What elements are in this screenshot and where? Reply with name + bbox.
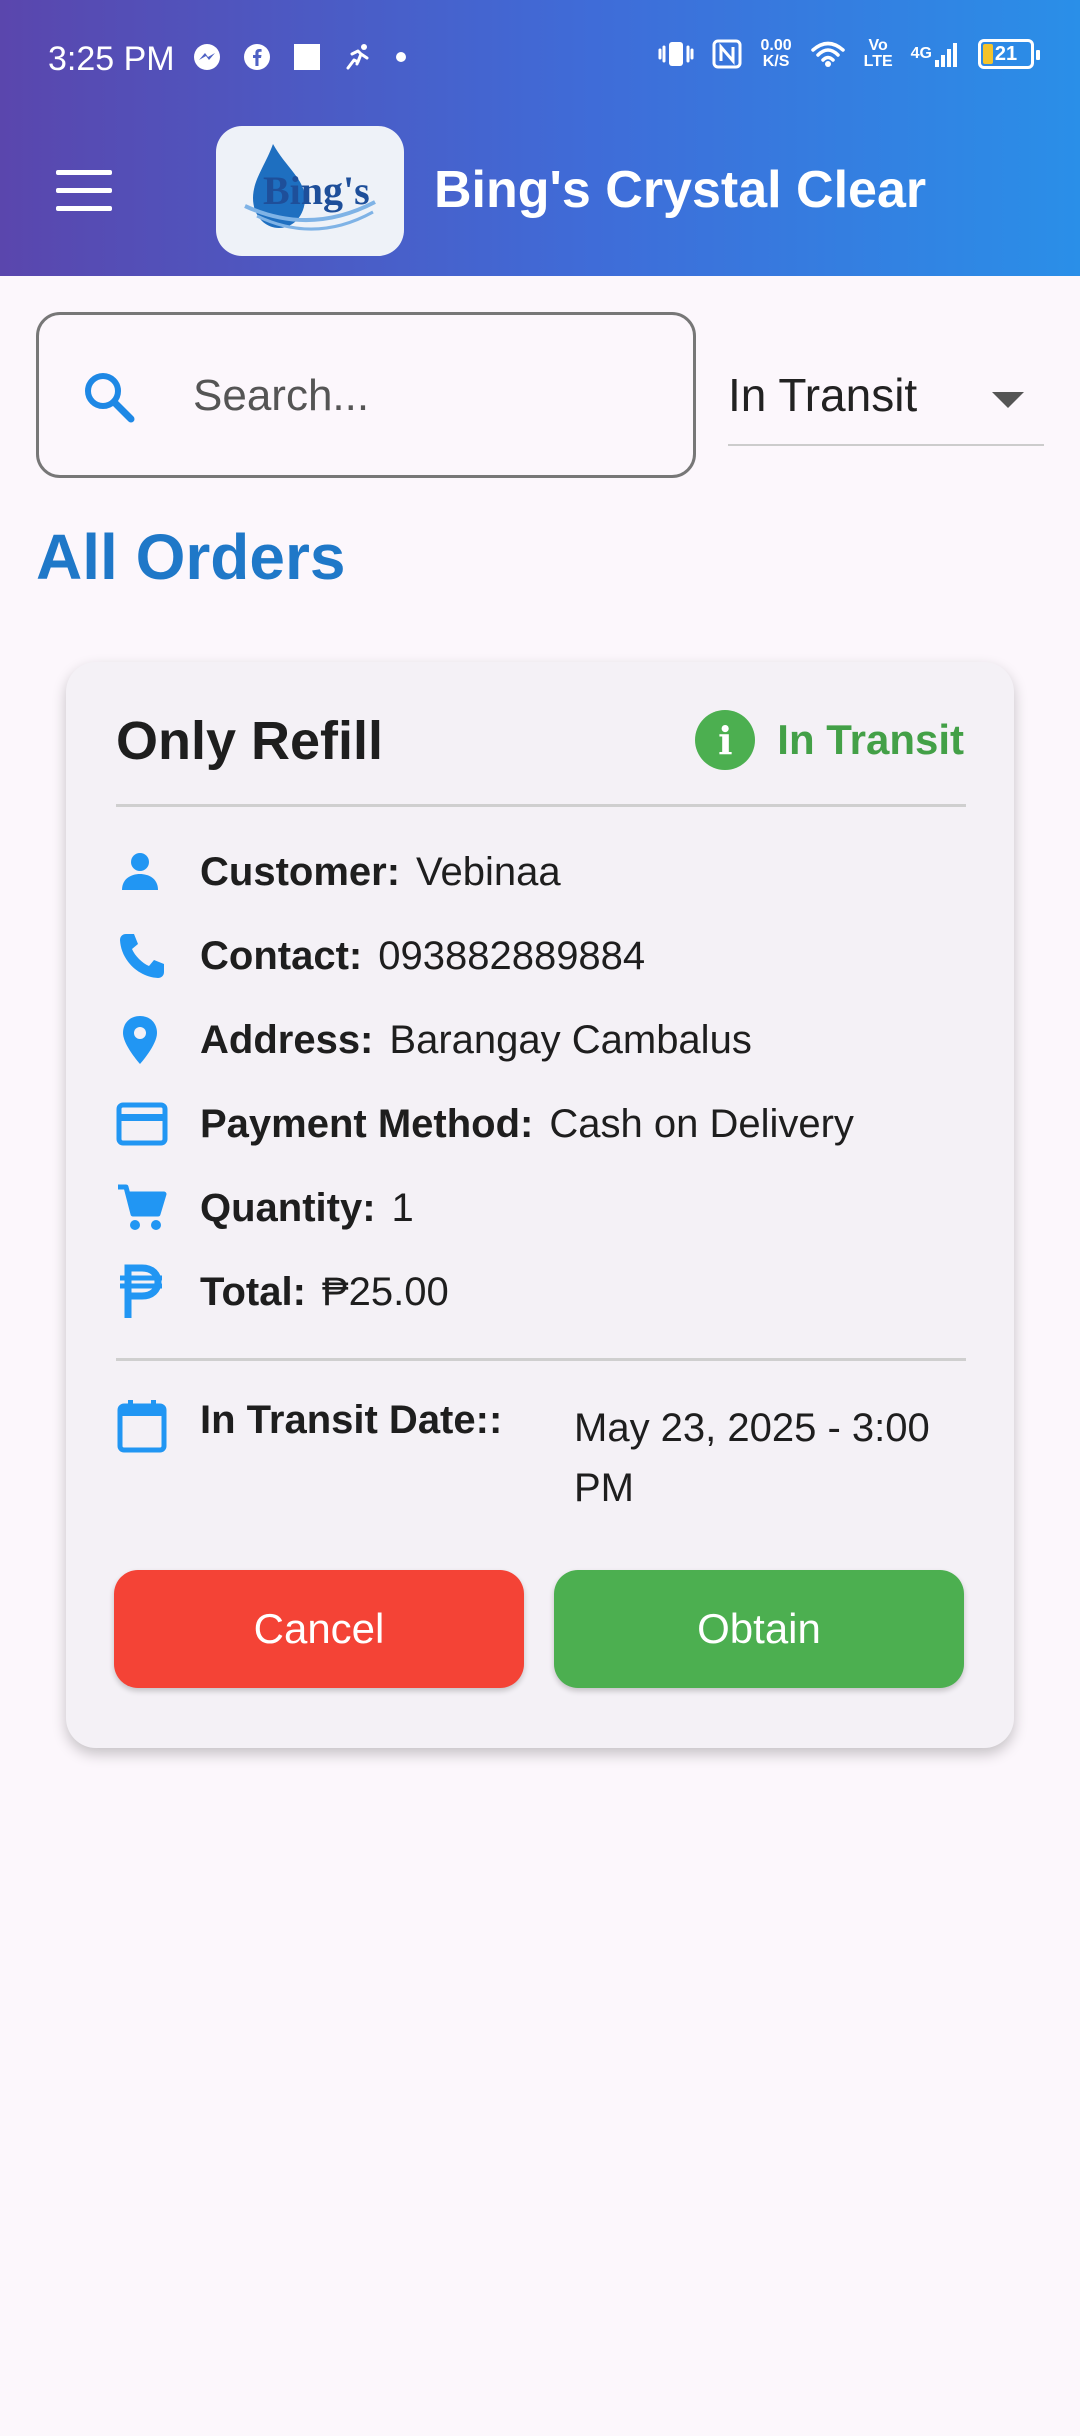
obtain-button[interactable]: Obtain	[554, 1570, 964, 1688]
status-filter-dropdown[interactable]: In Transit	[728, 340, 1044, 446]
status-bar: 3:25 PM 0.00 K/S Vo LTE 4G 21	[0, 30, 1080, 94]
square-icon	[292, 42, 322, 72]
payment-value: Cash on Delivery	[549, 1101, 854, 1146]
calendar-icon	[116, 1398, 168, 1459]
app-title: Bing's Crystal Clear	[434, 161, 927, 219]
phone-icon	[116, 930, 176, 982]
customer-label: Customer:	[200, 849, 401, 894]
customer-row: Customer: Vebinaa	[116, 842, 976, 902]
water-drop-logo-icon: Bing's	[244, 144, 376, 231]
payment-label: Payment Method:	[200, 1101, 534, 1146]
order-card-header: Only Refill i In Transit	[116, 710, 964, 780]
search-input[interactable]	[191, 355, 665, 437]
cancel-button[interactable]: Cancel	[114, 1570, 524, 1688]
volte-indicator: Vo LTE	[863, 37, 893, 70]
person-icon	[116, 848, 176, 896]
chevron-down-icon	[992, 392, 1024, 408]
battery-icon: 21	[978, 39, 1040, 69]
notification-icons	[192, 42, 408, 72]
address-row: Address: Barangay Cambalus	[116, 1010, 976, 1070]
messenger-icon	[192, 42, 222, 72]
order-card: Only Refill i In Transit Customer: Vebin…	[66, 662, 1014, 1748]
svg-text:Bing's: Bing's	[263, 168, 370, 213]
running-icon	[342, 42, 374, 72]
order-title: Only Refill	[116, 711, 384, 771]
signal-icon: 4G	[911, 40, 960, 68]
location-pin-icon	[116, 1014, 176, 1066]
info-icon: i	[695, 710, 756, 770]
search-bar[interactable]	[36, 312, 696, 478]
total-label: Total:	[200, 1269, 306, 1314]
peso-icon	[116, 1264, 176, 1320]
dot-icon	[394, 50, 408, 64]
credit-card-icon	[116, 1102, 176, 1146]
address-label: Address:	[200, 1017, 374, 1062]
quantity-label: Quantity:	[200, 1185, 376, 1230]
payment-row: Payment Method: Cash on Delivery	[116, 1094, 976, 1154]
network-speed: 0.00 K/S	[760, 37, 792, 70]
page-title: All Orders	[36, 521, 346, 593]
contact-row: Contact: 093882889884	[116, 926, 976, 986]
facebook-icon	[242, 42, 272, 72]
total-value: ₱25.00	[321, 1269, 449, 1314]
customer-value: Vebinaa	[416, 849, 561, 894]
transit-date-label: In Transit Date::	[200, 1398, 503, 1442]
total-row: Total: ₱25.00	[116, 1262, 976, 1322]
status-filter-value: In Transit	[728, 369, 918, 421]
app-logo: Bing's	[216, 126, 404, 256]
status-badge: i In Transit	[695, 710, 964, 770]
contact-label: Contact:	[200, 933, 363, 978]
transit-date-value: May 23, 2025 - 3:00 PM	[574, 1406, 930, 1510]
quantity-row: Quantity: 1	[116, 1178, 976, 1238]
quantity-value: 1	[391, 1185, 414, 1230]
app-bar: 3:25 PM 0.00 K/S Vo LTE 4G 21 Bing's Bin…	[0, 0, 1080, 276]
divider	[116, 804, 966, 807]
hamburger-menu-icon[interactable]	[56, 170, 112, 214]
search-icon	[79, 367, 139, 432]
status-time: 3:25 PM	[48, 40, 175, 78]
nfc-icon	[712, 39, 742, 69]
order-status: In Transit	[777, 716, 964, 763]
wifi-icon	[810, 39, 846, 69]
vibrate-icon	[658, 39, 694, 69]
contact-value: 093882889884	[378, 933, 646, 978]
system-icons: 0.00 K/S Vo LTE 4G 21	[658, 37, 1040, 70]
cart-icon	[116, 1182, 176, 1234]
address-value: Barangay Cambalus	[389, 1017, 752, 1062]
divider	[116, 1358, 966, 1361]
